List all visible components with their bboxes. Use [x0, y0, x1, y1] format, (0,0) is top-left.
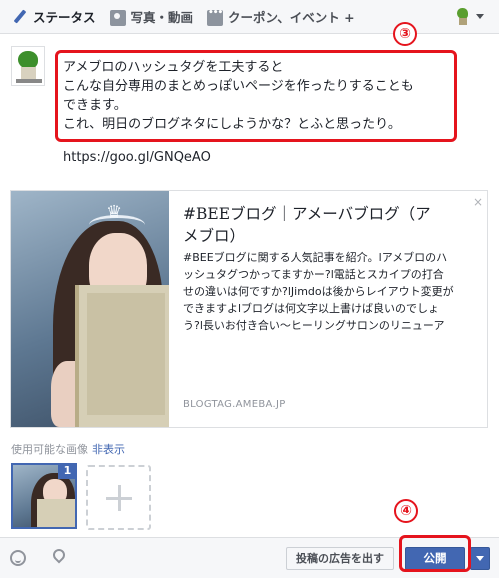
page-avatar-selector[interactable]	[455, 8, 471, 26]
boost-post-button[interactable]: 投稿の広告を出す	[286, 547, 394, 570]
preview-image	[11, 191, 169, 427]
preview-description: #BEEブログに関する人気記事を紹介。lアメブロのハ ッシュタグつかってますかー…	[183, 249, 475, 334]
preview-desc-line: ッシュタグつかってますかー?l電話とスカイプの打合	[183, 268, 444, 281]
post-link-text: https://goo.gl/GNQeAO	[63, 150, 211, 165]
tab-status-label: ステータス	[33, 10, 96, 25]
close-icon[interactable]: ×	[473, 195, 483, 209]
composer-tabs: ステータス 写真・動画 クーポン、イベント +	[0, 0, 499, 34]
avatar	[11, 46, 45, 86]
annotation-step3: ③	[393, 22, 417, 46]
tab-photo-video-label: 写真・動画	[130, 10, 194, 25]
plant-pot	[459, 18, 467, 25]
available-images-text: 使用可能な画像	[11, 443, 88, 456]
tab-coupon-event-label: クーポン、イベント +	[228, 10, 355, 25]
chevron-down-icon[interactable]	[476, 14, 484, 19]
annotation-step4: ④	[394, 499, 418, 523]
publish-dropdown-button[interactable]	[470, 547, 490, 570]
preview-desc-line: せの違いは何ですか?lJimdoは後からレイアウト変更が	[183, 285, 454, 298]
preview-desc-line: う?l長いお付き合い〜ヒーリングサロンのリニューア	[183, 319, 445, 332]
image-tiara	[89, 202, 145, 235]
image-book	[75, 285, 169, 427]
add-photo-button[interactable]	[86, 465, 151, 530]
link-preview-card[interactable]: × #BEEブログ｜アメーバブログ（ア メブロ） #BEEブログに関する人気記事…	[10, 190, 488, 428]
location-pin-icon[interactable]	[50, 546, 68, 564]
available-images-label: 使用可能な画像 非表示	[11, 441, 125, 457]
tab-status[interactable]: ステータス	[12, 7, 96, 26]
tab-coupon-event[interactable]: クーポン、イベント +	[207, 7, 355, 26]
annotation-box-publish	[399, 535, 471, 572]
smiley-icon[interactable]	[10, 550, 26, 566]
pencil-icon	[12, 9, 28, 25]
thumb-book	[37, 499, 75, 527]
camera-icon	[109, 9, 126, 26]
preview-domain: BLOGTAG.AMEBA.JP	[183, 399, 286, 410]
annotation-box-post	[55, 50, 457, 142]
preview-title: #BEEブログ｜アメーバブログ（ア メブロ）	[183, 203, 473, 247]
more-icon	[207, 8, 224, 26]
preview-title-line: メブロ）	[183, 227, 246, 245]
selected-count-badge: 1	[58, 463, 77, 479]
tab-photo-video[interactable]: 写真・動画	[109, 7, 194, 26]
hide-images-link[interactable]: 非表示	[92, 443, 125, 456]
preview-desc-line: #BEEブログに関する人気記事を紹介。lアメブロのハ	[183, 251, 448, 264]
avatar-base	[16, 79, 42, 83]
preview-desc-line: できますよlブログは何文字以上書けば良いのでしょ	[183, 302, 440, 315]
preview-title-line: #BEEブログ｜アメーバブログ（ア	[183, 205, 431, 223]
